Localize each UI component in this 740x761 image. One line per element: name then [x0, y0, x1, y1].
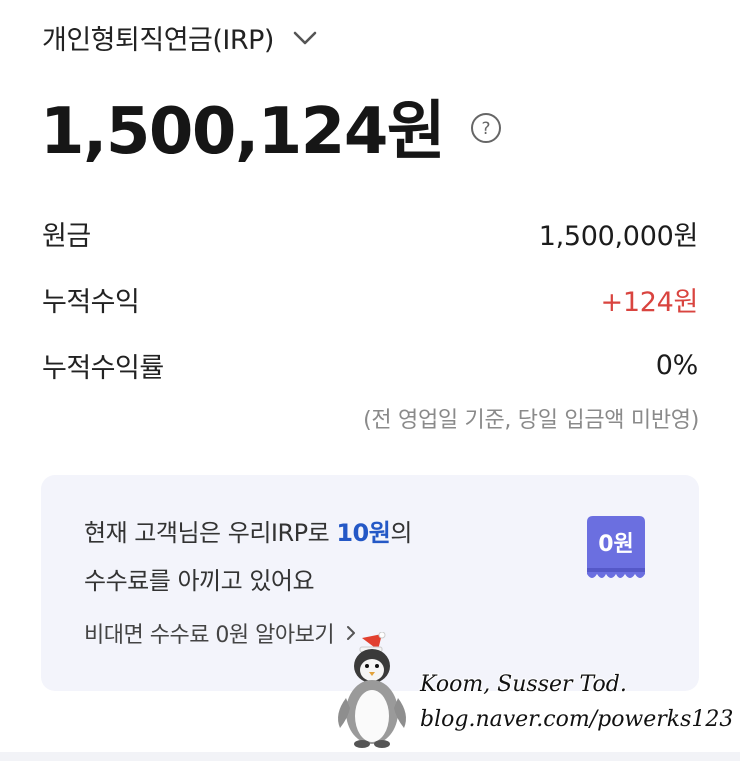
fee-saved-amount: 10원: [336, 519, 391, 547]
summary-row-rate: 누적수익률 0%: [42, 332, 698, 398]
fee-savings-line2: 수수료를 아끼고 있어요: [84, 567, 315, 595]
balance-amount: 1,500,124원: [40, 95, 446, 169]
principal-label: 원금: [42, 220, 91, 252]
balance-row: 1,500,124원 ?: [40, 80, 502, 172]
fee-line1-prefix: 현재 고객님은 우리IRP로: [84, 519, 337, 547]
fee-line1-suffix: 의: [390, 519, 412, 547]
principal-value: 1,500,000원: [538, 220, 699, 252]
summary-row-profit: 누적수익 +124원: [42, 266, 698, 332]
fee-info-link-label: 비대면 수수료 0원 알아보기: [84, 623, 335, 648]
summary-row-principal: 원금 1,500,000원: [42, 200, 698, 266]
watermark-line2: blog.naver.com/powerks123: [419, 706, 734, 733]
penguin-watermark-icon: [338, 632, 406, 748]
account-selector[interactable]: 개인형퇴직연금(IRP): [42, 18, 318, 57]
section-divider: [0, 752, 740, 761]
account-name: 개인형퇴직연금(IRP): [42, 25, 274, 56]
profit-value: +124원: [600, 286, 699, 318]
basis-footnote: (전 영업일 기준, 당일 입금액 미반영): [363, 408, 699, 433]
fee-info-link[interactable]: 비대면 수수료 0원 알아보기: [84, 617, 356, 649]
profit-label: 누적수익: [42, 286, 140, 318]
watermark-line1: Koom, Susser Tod.: [419, 671, 628, 698]
chevron-down-icon[interactable]: [292, 30, 318, 46]
svg-text:?: ?: [482, 119, 491, 139]
question-circle-icon[interactable]: ?: [470, 112, 502, 144]
ticket-label: 0원: [598, 532, 634, 557]
fee-savings-line1: 현재 고객님은 우리IRP로 10원의: [84, 513, 412, 548]
rate-value: 0%: [655, 349, 699, 381]
rate-label: 누적수익률: [42, 352, 164, 384]
summary-list: 원금 1,500,000원 누적수익 +124원 누적수익률 0%: [42, 200, 698, 398]
